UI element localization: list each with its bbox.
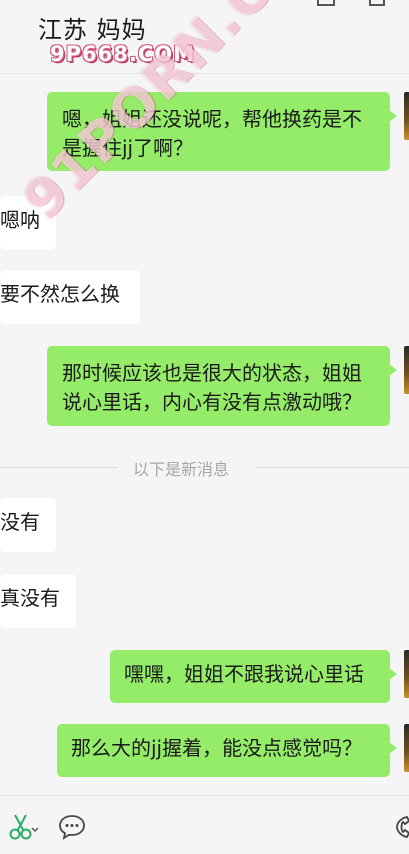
- message-bubble-outgoing[interactable]: 那么大的jj握着，能没点感觉吗？: [57, 724, 397, 777]
- avatar[interactable]: [404, 346, 409, 394]
- divider-line: [0, 467, 118, 468]
- header-icons: [317, 0, 385, 6]
- voice-call-icon[interactable]: [317, 0, 335, 6]
- avatar[interactable]: [404, 724, 409, 772]
- scissors-icon[interactable]: [9, 812, 39, 842]
- avatar[interactable]: [404, 650, 409, 698]
- message-bubble-incoming[interactable]: 要不然怎么换: [0, 270, 140, 324]
- chat-title: 江苏 妈妈: [38, 16, 147, 44]
- chat-bubble-icon[interactable]: [58, 814, 86, 840]
- message-bubble-outgoing[interactable]: 嘿嘿，姐姐不跟我说心里话: [110, 650, 397, 703]
- divider-label: 以下是新消息: [133, 460, 230, 479]
- input-toolbar: [0, 795, 409, 854]
- message-text: 那么大的jj握着，能没点感觉吗？: [71, 736, 363, 760]
- message-text: 真没有: [0, 586, 60, 610]
- message-list[interactable]: 嗯，姐姐还没说呢，帮他换药是不 是握住jj了啊？ 嗯呐 要不然怎么换 那时候应该…: [0, 0, 409, 794]
- divider-line: [257, 467, 409, 468]
- message-text: 要不然怎么换: [0, 282, 120, 306]
- message-text: 嘿嘿，姐姐不跟我说心里话: [124, 662, 364, 686]
- message-bubble-incoming[interactable]: 真没有: [0, 574, 76, 628]
- phone-icon[interactable]: [392, 813, 409, 841]
- new-messages-divider: 以下是新消息: [0, 460, 409, 479]
- message-bubble-incoming[interactable]: 没有: [0, 498, 56, 552]
- message-text: 说心里话，内心有没有点激动哦？: [62, 390, 362, 414]
- message-bubble-outgoing[interactable]: 那时候应该也是很大的状态，姐姐 说心里话，内心有没有点激动哦？: [47, 346, 397, 426]
- message-text: 没有: [0, 510, 40, 534]
- more-options-icon[interactable]: [369, 0, 385, 6]
- message-text: 那时候应该也是很大的状态，姐姐: [62, 361, 362, 385]
- avatar[interactable]: [404, 92, 409, 140]
